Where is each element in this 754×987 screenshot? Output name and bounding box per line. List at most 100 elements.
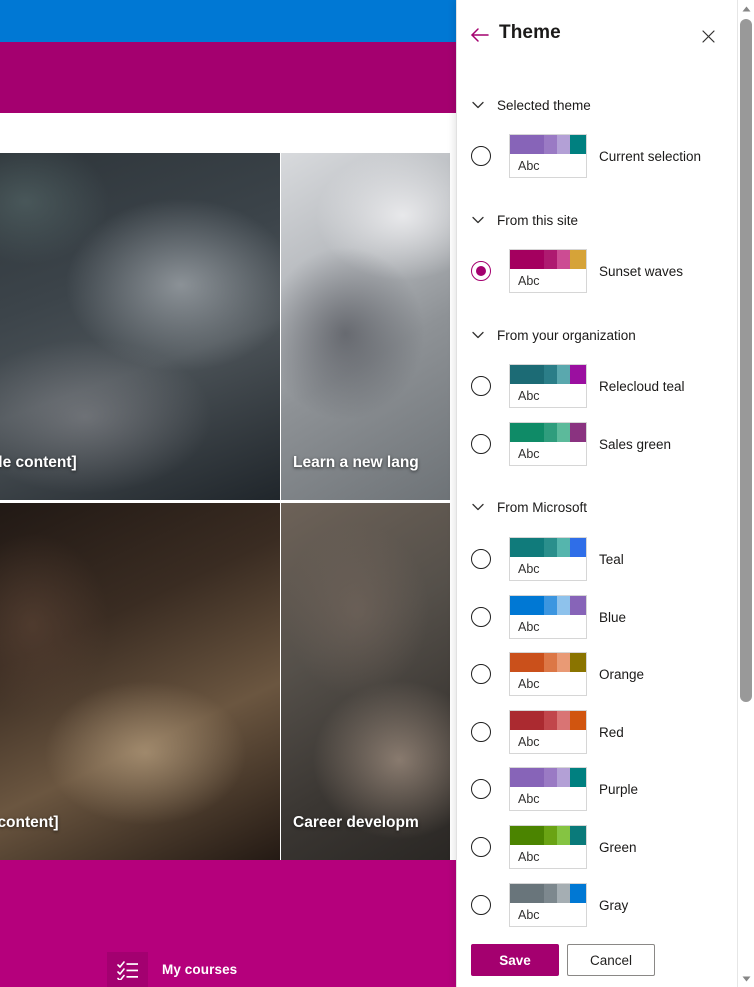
theme-label: Current selection xyxy=(599,148,702,164)
theme-radio[interactable] xyxy=(471,779,491,799)
section-label: Selected theme xyxy=(497,97,591,113)
panel-header: Theme xyxy=(457,14,739,58)
swatch-colors xyxy=(510,135,586,154)
swatch-sample-text: Abc xyxy=(518,158,540,173)
theme-label: Red xyxy=(599,724,624,740)
theme-swatch: Abc xyxy=(509,134,587,178)
theme-radio[interactable] xyxy=(471,549,491,569)
theme-label: Sales green xyxy=(599,436,672,452)
theme-option-red[interactable]: Abc Red xyxy=(471,709,733,755)
chevron-down-icon xyxy=(471,98,485,112)
theme-radio[interactable] xyxy=(471,837,491,857)
save-button[interactable]: Save xyxy=(471,944,559,976)
theme-radio[interactable] xyxy=(471,664,491,684)
swatch-colors xyxy=(510,365,586,384)
theme-radio[interactable] xyxy=(471,146,491,166)
section-header-selected-theme[interactable]: Selected theme xyxy=(471,95,591,115)
swatch-sample-text: Abc xyxy=(518,561,540,576)
theme-label: Gray xyxy=(599,897,629,913)
theme-label: Teal xyxy=(599,551,624,567)
panel-footer: Save Cancel xyxy=(457,936,739,987)
content-tile[interactable]: Sample content] xyxy=(0,503,280,860)
tile-caption: Career developm xyxy=(293,814,419,831)
swatch-sample-text: Abc xyxy=(518,619,540,634)
swatch-sample-text: Abc xyxy=(518,676,540,691)
theme-radio[interactable] xyxy=(471,261,491,281)
theme-radio[interactable] xyxy=(471,376,491,396)
theme-radio[interactable] xyxy=(471,895,491,915)
checklist-icon xyxy=(107,952,148,987)
page-title: Theme xyxy=(499,22,561,43)
swatch-colors xyxy=(510,596,586,615)
site-header-band xyxy=(0,42,456,113)
theme-swatch: Abc xyxy=(509,595,587,639)
theme-swatch: Abc xyxy=(509,710,587,754)
swatch-colors xyxy=(510,826,586,845)
content-tile[interactable]: Learn a new lang xyxy=(281,153,450,500)
theme-option-teal[interactable]: Abc Teal xyxy=(471,536,733,582)
theme-swatch: Abc xyxy=(509,652,587,696)
swatch-sample-text: Abc xyxy=(518,388,540,403)
theme-swatch: Abc xyxy=(509,364,587,408)
theme-option-sunset-waves[interactable]: Abc Sunset waves xyxy=(471,248,733,294)
scroll-up-arrow-icon[interactable] xyxy=(738,0,754,17)
theme-label: Orange xyxy=(599,666,645,682)
swatch-colors xyxy=(510,538,586,557)
theme-option-gray[interactable]: Abc Gray xyxy=(471,882,733,928)
site-page: s [Sample content] Learn a new lang Samp… xyxy=(0,0,456,987)
swatch-sample-text: Abc xyxy=(518,734,540,749)
section-label: From your organization xyxy=(497,327,636,343)
theme-swatch: Abc xyxy=(509,422,587,466)
content-tile[interactable]: s [Sample content] xyxy=(0,153,280,500)
swatch-sample-text: Abc xyxy=(518,907,540,922)
theme-option-orange[interactable]: Abc Orange xyxy=(471,651,733,697)
swatch-colors xyxy=(510,423,586,442)
tile-caption: s [Sample content] xyxy=(0,454,77,471)
chevron-down-icon xyxy=(471,328,485,342)
theme-label: Blue xyxy=(599,609,627,625)
theme-label: Sunset waves xyxy=(599,263,684,279)
section-label: From this site xyxy=(497,212,579,228)
theme-swatch: Abc xyxy=(509,537,587,581)
swatch-colors xyxy=(510,884,586,903)
section-header-from-microsoft[interactable]: From Microsoft xyxy=(471,497,587,517)
theme-option-current-selection[interactable]: Abc Current selection xyxy=(471,133,733,179)
swatch-sample-text: Abc xyxy=(518,849,540,864)
swatch-colors xyxy=(510,250,586,269)
close-icon[interactable] xyxy=(697,25,719,47)
swatch-colors xyxy=(510,653,586,672)
theme-option-purple[interactable]: Abc Purple xyxy=(471,766,733,812)
footer-link-my-courses[interactable]: My courses xyxy=(107,952,237,987)
swatch-colors xyxy=(510,711,586,730)
scroll-down-arrow-icon[interactable] xyxy=(738,970,754,987)
theme-panel: Theme Selected theme Abc Current selecti… xyxy=(456,0,754,987)
content-tiles: s [Sample content] Learn a new lang Samp… xyxy=(0,153,450,860)
content-tile[interactable]: Career developm xyxy=(281,503,450,860)
swatch-sample-text: Abc xyxy=(518,446,540,461)
panel-scrollbar[interactable] xyxy=(737,0,754,987)
theme-radio[interactable] xyxy=(471,722,491,742)
section-header-from-this-site[interactable]: From this site xyxy=(471,210,578,230)
swatch-sample-text: Abc xyxy=(518,791,540,806)
theme-option-blue[interactable]: Abc Blue xyxy=(471,594,733,640)
back-arrow-icon[interactable] xyxy=(469,24,491,46)
theme-option-relecloud-teal[interactable]: Abc Relecloud teal xyxy=(471,363,733,409)
theme-radio[interactable] xyxy=(471,607,491,627)
cancel-button[interactable]: Cancel xyxy=(567,944,655,976)
section-header-from-your-organization[interactable]: From your organization xyxy=(471,325,636,345)
scrollbar-thumb[interactable] xyxy=(740,19,752,702)
screen: s [Sample content] Learn a new lang Samp… xyxy=(0,0,754,987)
site-nav-strip xyxy=(0,113,456,153)
theme-option-sales-green[interactable]: Abc Sales green xyxy=(471,421,733,467)
theme-label: Relecloud teal xyxy=(599,378,685,394)
theme-swatch: Abc xyxy=(509,825,587,869)
theme-radio[interactable] xyxy=(471,434,491,454)
theme-swatch: Abc xyxy=(509,249,587,293)
theme-label: Green xyxy=(599,839,637,855)
swatch-sample-text: Abc xyxy=(518,273,540,288)
theme-swatch: Abc xyxy=(509,883,587,927)
suite-top-bar xyxy=(0,0,456,42)
footer-link-label: My courses xyxy=(162,962,238,977)
theme-option-green[interactable]: Abc Green xyxy=(471,824,733,870)
theme-panel-content: Theme Selected theme Abc Current selecti… xyxy=(457,0,739,987)
